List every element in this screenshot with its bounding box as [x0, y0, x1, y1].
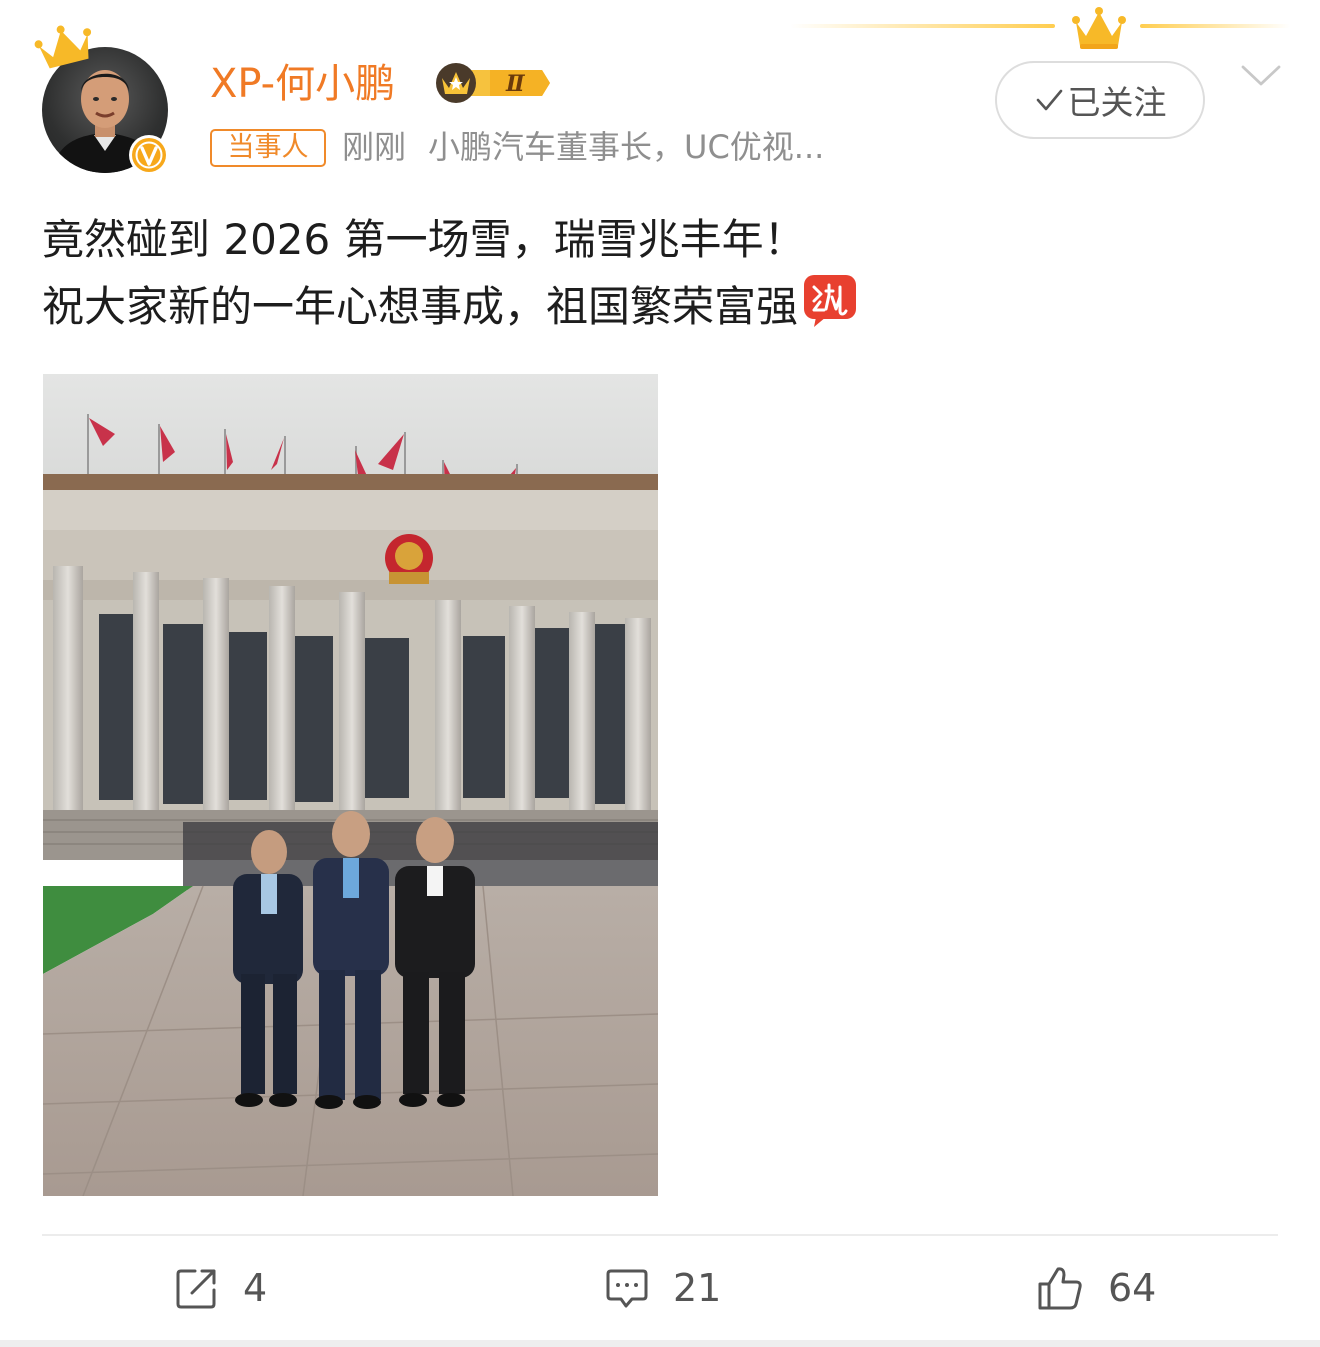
post-text-line-2-text: 祝大家新的一年心想事成，祖国繁荣富强 [42, 282, 799, 331]
comment-icon [606, 1269, 648, 1308]
follow-button-label: 已关注 [1067, 83, 1167, 122]
action-divider [42, 1234, 1278, 1236]
membership-level-badge-icon: Ⅱ [436, 63, 550, 103]
post-text-line-2: 祝大家新的一年心想事成，祖国繁荣富强 [42, 273, 1282, 340]
post-photo[interactable] [43, 374, 658, 1196]
national-emblem [385, 534, 433, 584]
post-meta: 刚刚 小鹏汽车董事长，UC优视... [342, 124, 824, 170]
crown-decoration-icon [1072, 7, 1126, 49]
author-bio: 小鹏汽车董事长，UC优视... [428, 128, 825, 166]
post-content: 竟然碰到 2026 第一场雪，瑞雪兆丰年！ 祝大家新的一年心想事成，祖国繁荣富强 [42, 206, 1282, 340]
author-name[interactable]: XP-何小鹏 [210, 56, 395, 112]
role-tag: 当事人 [210, 129, 326, 167]
post-text-line-1: 竟然碰到 2026 第一场雪，瑞雪兆丰年！ [42, 215, 806, 264]
decorative-line-right [1140, 24, 1290, 28]
follow-button[interactable]: 已关注 [995, 61, 1205, 139]
comment-count: 21 [673, 1266, 722, 1310]
repost-count: 4 [243, 1266, 268, 1310]
chevron-down-icon[interactable] [1240, 62, 1282, 90]
repost-icon [176, 1269, 216, 1309]
repost-button[interactable]: 4 [175, 1258, 267, 1318]
comment-button[interactable]: 21 [605, 1258, 721, 1318]
like-count: 64 [1108, 1266, 1157, 1310]
like-button[interactable]: 64 [1036, 1258, 1156, 1318]
verified-v-icon [129, 135, 169, 175]
check-icon [1036, 89, 1062, 111]
feed-separator [0, 1340, 1320, 1347]
post-time: 刚刚 [342, 128, 407, 166]
decorative-line-left [790, 24, 1055, 28]
post-photo-image [43, 374, 658, 1196]
thumbs-up-icon [1038, 1267, 1082, 1310]
weibo-post-card: XP-何小鹏 Ⅱ 当事人 刚刚 小鹏汽车董事长，UC优视... 已关注 竟然碰到 … [0, 0, 1320, 1340]
move-icon [804, 275, 857, 327]
level-badge-text: Ⅱ [505, 71, 526, 97]
